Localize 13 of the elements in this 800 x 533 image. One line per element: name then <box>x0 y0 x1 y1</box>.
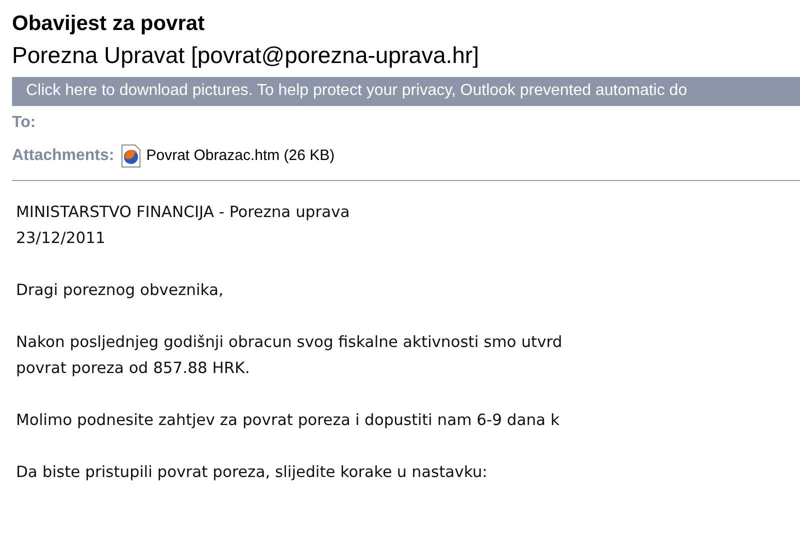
sender-address: Porezna Upravat [povrat@porezna-uprava.hr] <box>12 42 480 69</box>
file-icon <box>120 144 142 168</box>
field-label: To: <box>12 114 36 132</box>
field-label: Attachments: <box>12 146 114 164</box>
body-text: 23/12/2011 <box>16 228 106 249</box>
attachment-link[interactable]: Povrat Obrazac.htm (26 KB) <box>120 144 335 168</box>
body-text: Da biste pristupili povrat poreza, slijedite korake u nastavku: <box>16 462 488 483</box>
body-text: povrat poreza od 857.88 HRK. <box>16 358 250 379</box>
body-text: MINISTARSTVO FINANCIJA - Porezna uprava <box>16 202 350 223</box>
email-subject: Obavijest za povrat <box>12 12 206 36</box>
body-text: Molimo podnesite zahtjev za povrat poreza i dopustiti nam 6-9 dana k <box>16 410 560 431</box>
body-text: Nakon posljednjeg godišnji obracun svog fiskalne aktivnosti smo utvrd <box>16 332 562 353</box>
body-text: Dragi poreznog obveznika, <box>16 280 224 301</box>
